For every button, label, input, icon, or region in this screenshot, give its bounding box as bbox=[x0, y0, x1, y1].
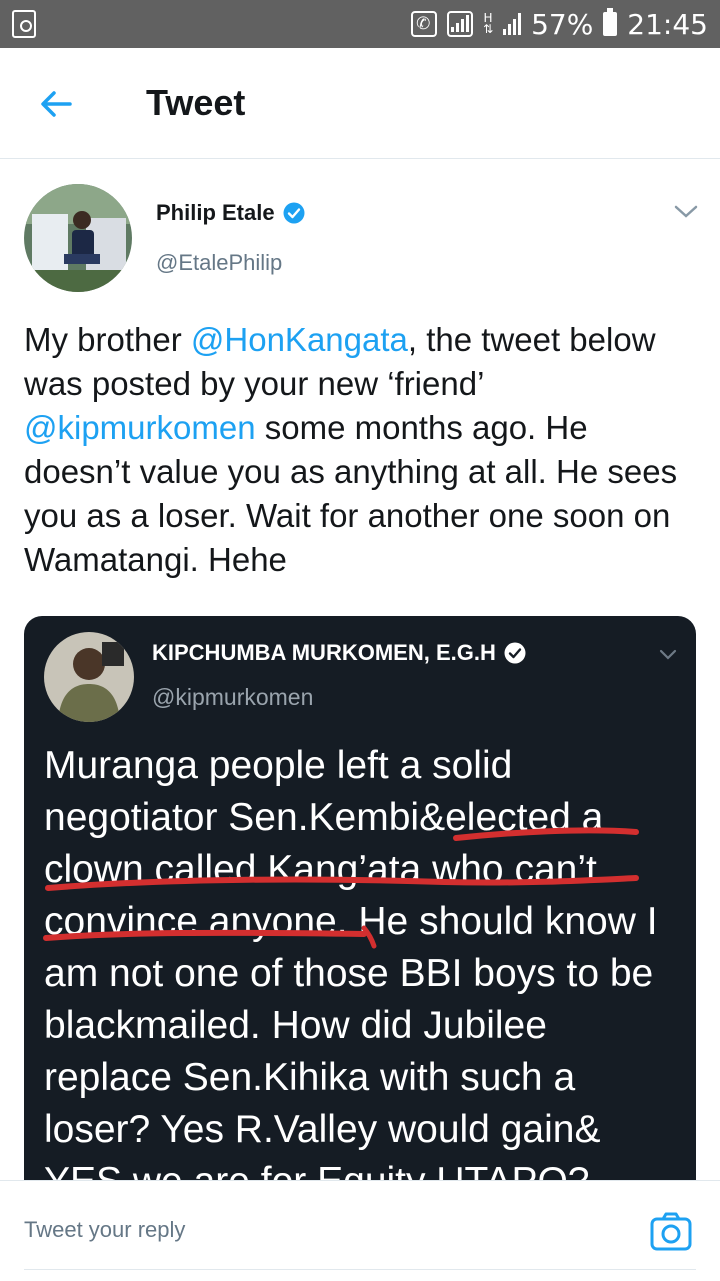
author-avatar[interactable] bbox=[24, 184, 132, 292]
reply-bar: Tweet your reply bbox=[0, 1180, 720, 1281]
camera-icon[interactable] bbox=[650, 1211, 692, 1251]
author-name-row: Philip Etale bbox=[156, 200, 305, 226]
battery-icon bbox=[603, 8, 618, 36]
embedded-name-row: KIPCHUMBA MURKOMEN, E.G.H bbox=[152, 640, 526, 666]
page-title: Tweet bbox=[146, 82, 246, 123]
author-handle[interactable]: @EtalePhilip bbox=[156, 250, 282, 276]
embedded-author-name: KIPCHUMBA MURKOMEN, E.G.H bbox=[152, 640, 496, 665]
sim-signal-icon bbox=[447, 11, 474, 37]
mention-link[interactable]: @HonKangata bbox=[191, 321, 408, 358]
call-icon bbox=[411, 11, 438, 37]
signal-strength-icon bbox=[503, 13, 522, 35]
embedded-author-avatar bbox=[44, 632, 134, 722]
status-bar-right: H⇅ 57% 21:45 bbox=[411, 0, 708, 48]
reply-input[interactable]: Tweet your reply bbox=[24, 1217, 185, 1243]
status-bar: H⇅ 57% 21:45 bbox=[0, 0, 720, 48]
mention-link[interactable]: @kipmurkomen bbox=[24, 409, 256, 446]
reply-divider bbox=[24, 1269, 696, 1270]
battery-percent: 57% bbox=[531, 7, 594, 41]
back-arrow-icon[interactable] bbox=[36, 84, 76, 124]
chevron-down-icon bbox=[659, 649, 677, 660]
recycle-notification-icon bbox=[12, 10, 36, 38]
embedded-tweet-text: Muranga people left a solid negotiator S… bbox=[44, 744, 658, 1203]
network-type-icon: H ⇅ bbox=[483, 11, 494, 36]
verified-badge-icon bbox=[504, 642, 526, 664]
app-bar: Tweet bbox=[0, 48, 720, 159]
author-name[interactable]: Philip Etale bbox=[156, 200, 275, 226]
chevron-down-icon[interactable] bbox=[672, 202, 700, 222]
tweet-text: My brother @HonKangata, the tweet below … bbox=[24, 321, 678, 578]
verified-badge-icon bbox=[283, 202, 305, 224]
clock: 21:45 bbox=[627, 7, 708, 41]
embedded-tweet-image[interactable]: KIPCHUMBA MURKOMEN, E.G.H @kipmurkomen M… bbox=[24, 616, 696, 1216]
embedded-author-handle: @kipmurkomen bbox=[152, 684, 314, 710]
